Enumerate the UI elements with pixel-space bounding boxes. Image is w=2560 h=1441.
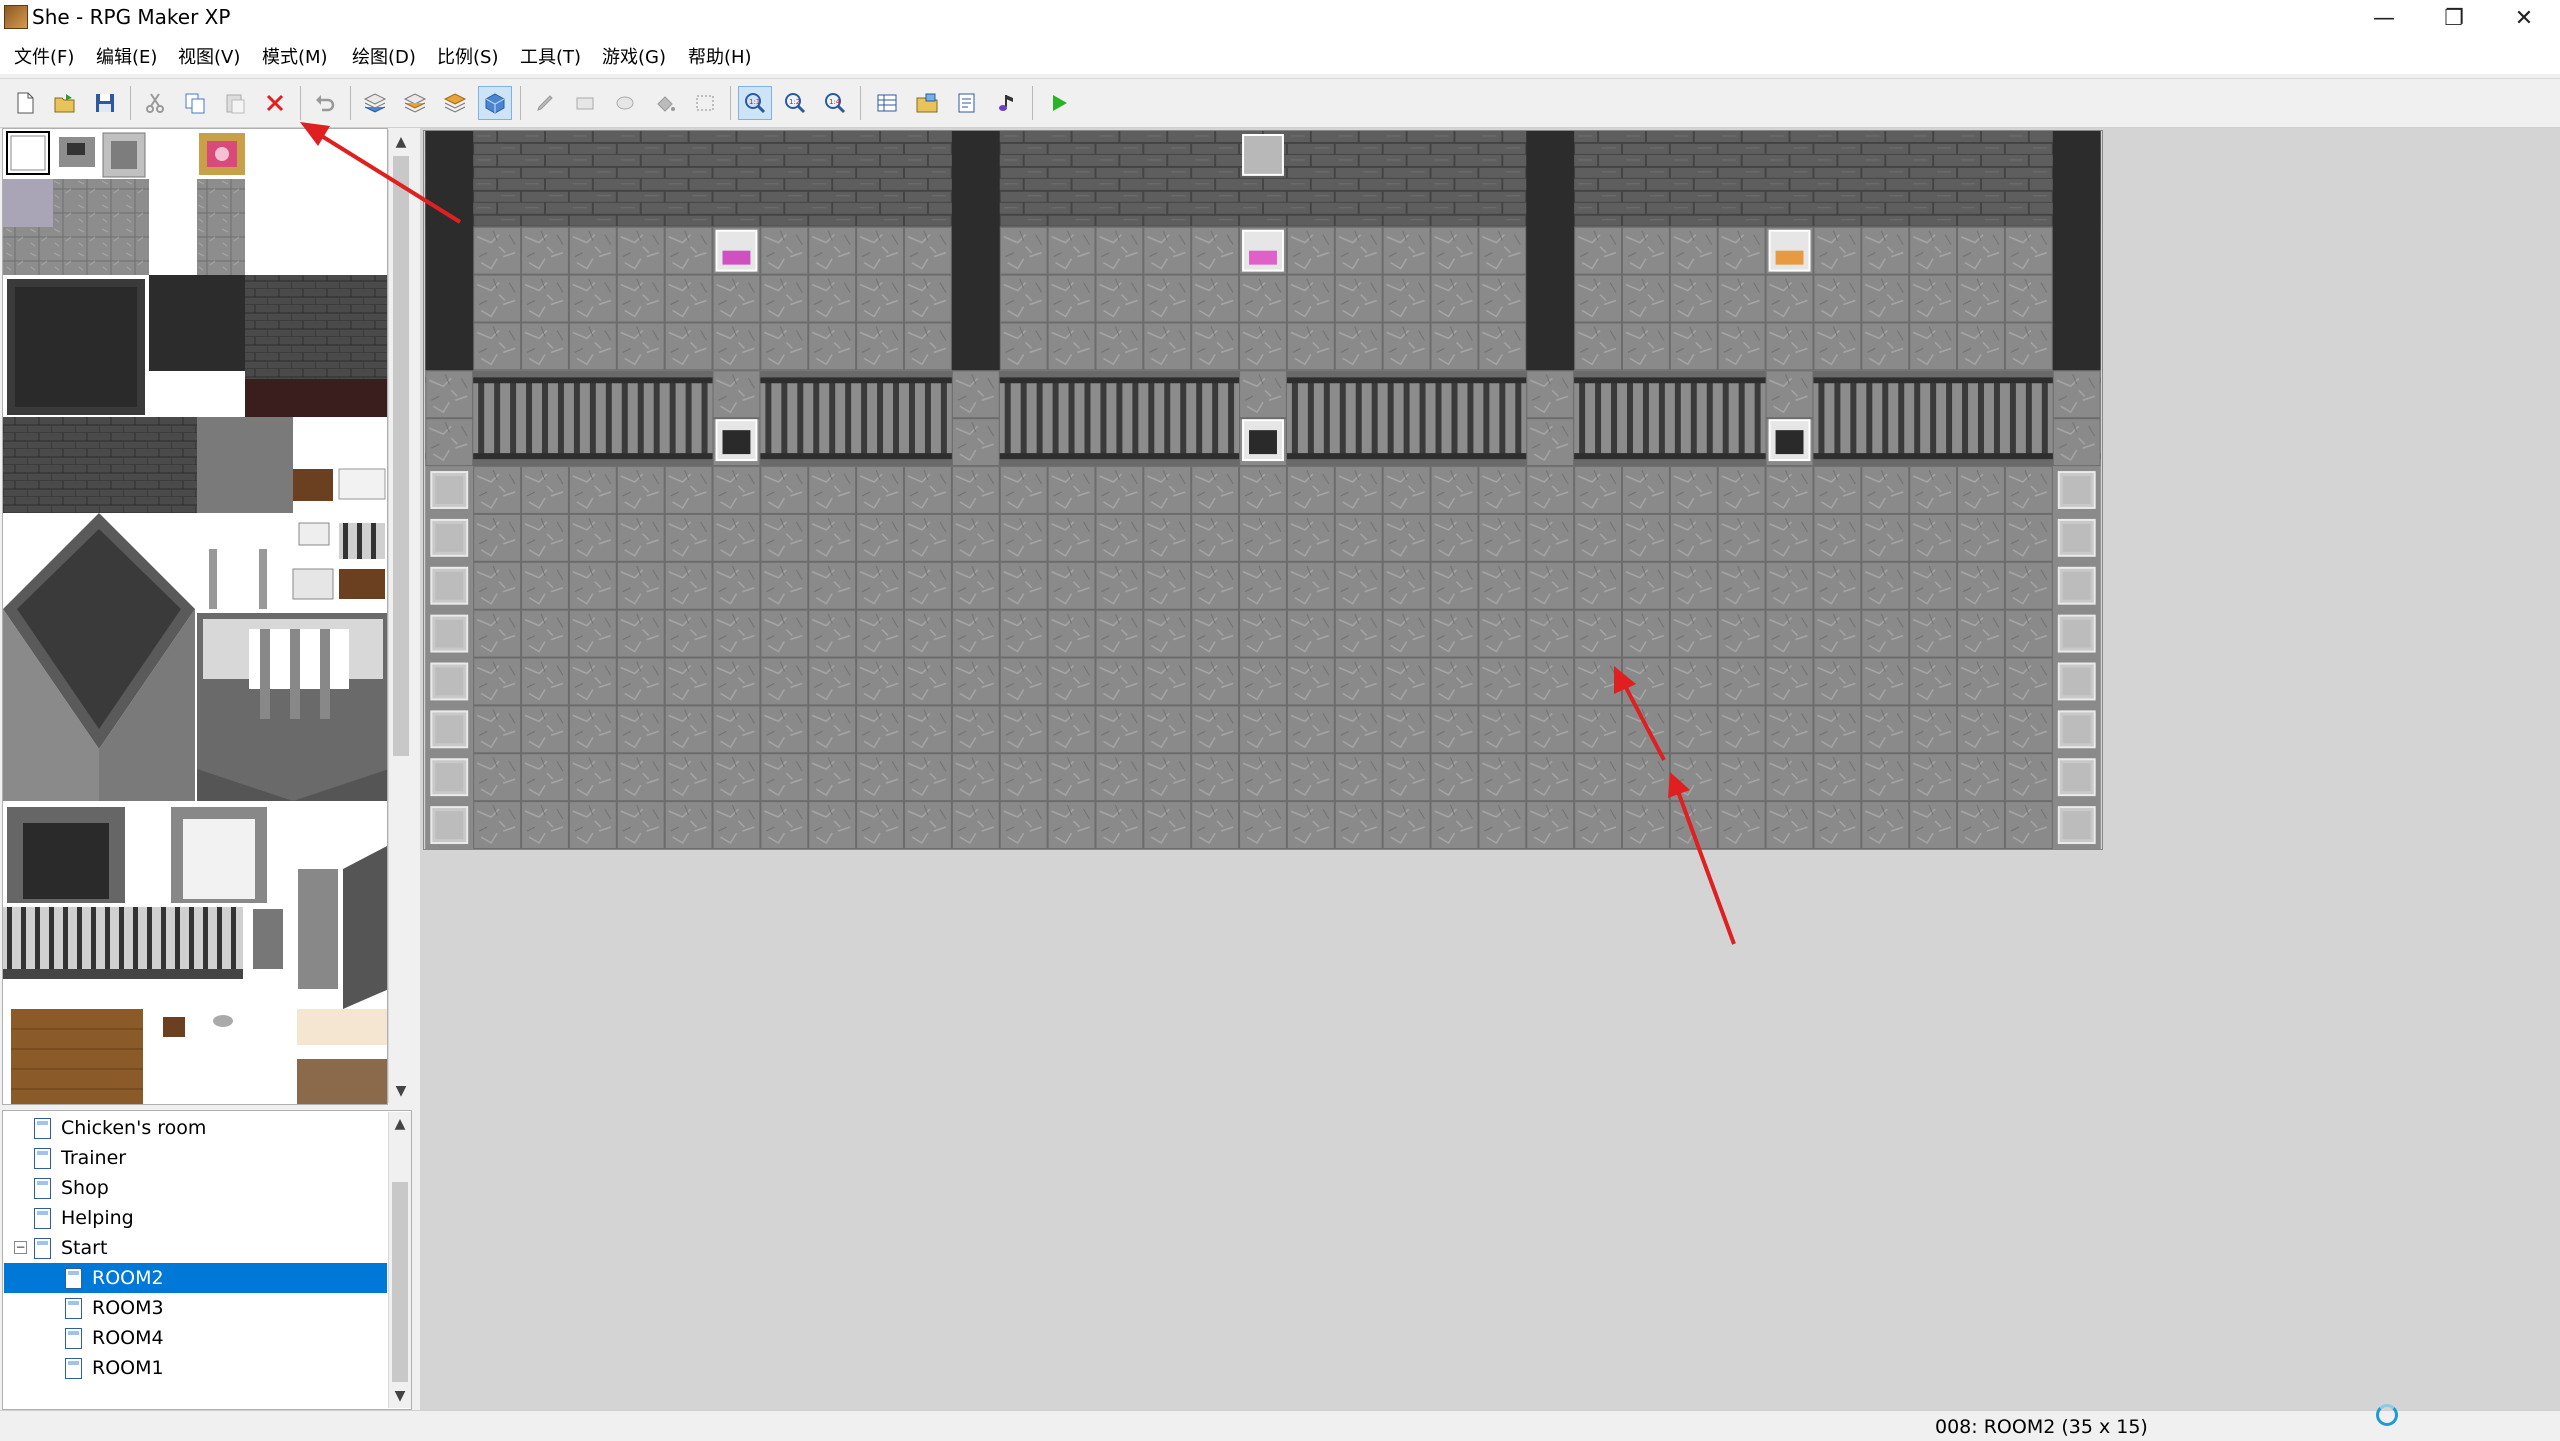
cut-icon[interactable] — [138, 86, 172, 120]
undo-icon[interactable] — [308, 86, 342, 120]
copy-icon[interactable] — [178, 86, 212, 120]
select-icon[interactable] — [688, 86, 722, 120]
scroll-up-arrow-icon[interactable]: ▲ — [389, 1112, 411, 1136]
menu-game[interactable]: 游戏(G) — [602, 43, 666, 69]
menu-tools[interactable]: 工具(T) — [520, 43, 581, 69]
minimize-button[interactable]: — — [2354, 0, 2414, 36]
pencil-icon[interactable] — [528, 86, 562, 120]
loading-ring-icon — [2376, 1404, 2398, 1426]
tileset-graphic[interactable] — [3, 129, 388, 1104]
tree-scroll-thumb[interactable] — [392, 1182, 408, 1382]
open-icon[interactable] — [48, 86, 82, 120]
menu-file[interactable]: 文件(F) — [14, 43, 74, 69]
menu-scale[interactable]: 比例(S) — [437, 43, 498, 69]
tree-scrollbar[interactable]: ▲ ▼ — [388, 1112, 411, 1408]
tree-item-trainer[interactable]: Trainer — [34, 1143, 384, 1173]
svg-text:1:4: 1:4 — [829, 98, 841, 106]
events-layer-icon[interactable] — [478, 86, 512, 120]
map-icon — [65, 1357, 82, 1379]
tree-item-shop[interactable]: Shop — [34, 1173, 384, 1203]
zoom-1-4-icon[interactable]: 1:4 — [818, 86, 852, 120]
status-bar — [0, 1410, 2560, 1441]
scroll-down-arrow-icon[interactable]: ▼ — [389, 1384, 411, 1408]
tree-item-label: Shop — [61, 1177, 109, 1199]
tree-item-chickens-room[interactable]: Chicken's room — [34, 1113, 384, 1143]
tree-item-start[interactable]: Start — [34, 1233, 384, 1263]
menu-edit[interactable]: 编辑(E) — [96, 43, 157, 69]
new-icon[interactable] — [8, 86, 42, 120]
status-map-info: 008: ROOM2 (35 x 15) — [1935, 1416, 2148, 1438]
tileset-scrollbar[interactable]: ▲ ▼ — [388, 130, 413, 1103]
tree-item-label: ROOM2 — [92, 1267, 164, 1289]
tree-item-helping[interactable]: Helping — [34, 1203, 384, 1233]
title-bar — [0, 0, 2560, 44]
tileset-palette[interactable] — [2, 128, 388, 1105]
window-title: She - RPG Maker XP — [32, 5, 231, 29]
map-graphic[interactable] — [424, 131, 2102, 849]
fill-icon[interactable] — [648, 86, 682, 120]
playtest-icon[interactable] — [1042, 86, 1076, 120]
zoom-1-1-icon[interactable]: 1:1 — [738, 86, 772, 120]
map-icon — [34, 1177, 51, 1199]
map-icon — [65, 1297, 82, 1319]
menu-view[interactable]: 视图(V) — [178, 43, 240, 69]
tree-item-label: Trainer — [61, 1147, 127, 1169]
map-icon — [34, 1237, 51, 1259]
collapse-toggle-icon[interactable]: − — [14, 1241, 27, 1254]
materials-icon[interactable] — [910, 86, 944, 120]
restore-button[interactable]: ❐ — [2424, 0, 2484, 36]
menu-draw[interactable]: 绘图(D) — [352, 43, 416, 69]
tree-item-room3[interactable]: ROOM3 — [65, 1293, 385, 1323]
scroll-up-arrow-icon[interactable]: ▲ — [389, 130, 413, 154]
map-icon — [34, 1207, 51, 1229]
menu-mode[interactable]: 模式(M) — [262, 43, 328, 69]
script-editor-icon[interactable] — [950, 86, 984, 120]
tree-item-room4[interactable]: ROOM4 — [65, 1323, 385, 1353]
map-icon — [34, 1147, 51, 1169]
paste-icon[interactable] — [218, 86, 252, 120]
zoom-1-2-icon[interactable]: 1:2 — [778, 86, 812, 120]
tree-item-label: Chicken's room — [61, 1117, 207, 1139]
layer2-icon[interactable] — [398, 86, 432, 120]
map-icon — [34, 1117, 51, 1139]
tree-item-label: Start — [61, 1237, 108, 1259]
tree-item-room2[interactable]: ROOM2 — [4, 1263, 387, 1293]
delete-icon[interactable] — [258, 86, 292, 120]
app-icon — [4, 5, 28, 29]
tree-item-label: Helping — [61, 1207, 134, 1229]
tree-item-label: ROOM1 — [92, 1357, 164, 1379]
tree-item-room1[interactable]: ROOM1 — [65, 1353, 385, 1383]
ellipse-icon[interactable] — [608, 86, 642, 120]
map-icon — [65, 1267, 82, 1289]
map-canvas[interactable] — [423, 130, 2103, 850]
map-icon — [65, 1327, 82, 1349]
layer1-icon[interactable] — [358, 86, 392, 120]
save-icon[interactable] — [88, 86, 122, 120]
layer3-icon[interactable] — [438, 86, 472, 120]
tree-item-label: ROOM4 — [92, 1327, 164, 1349]
menu-help[interactable]: 帮助(H) — [688, 43, 752, 69]
rectangle-icon[interactable] — [568, 86, 602, 120]
tileset-scroll-thumb[interactable] — [393, 156, 409, 756]
scroll-down-arrow-icon[interactable]: ▼ — [389, 1079, 413, 1103]
database-icon[interactable] — [870, 86, 904, 120]
sound-test-icon[interactable] — [990, 86, 1024, 120]
svg-text:1:2: 1:2 — [789, 98, 800, 106]
close-button[interactable]: ✕ — [2494, 0, 2554, 36]
svg-text:1:1: 1:1 — [749, 98, 760, 106]
tree-item-label: ROOM3 — [92, 1297, 164, 1319]
